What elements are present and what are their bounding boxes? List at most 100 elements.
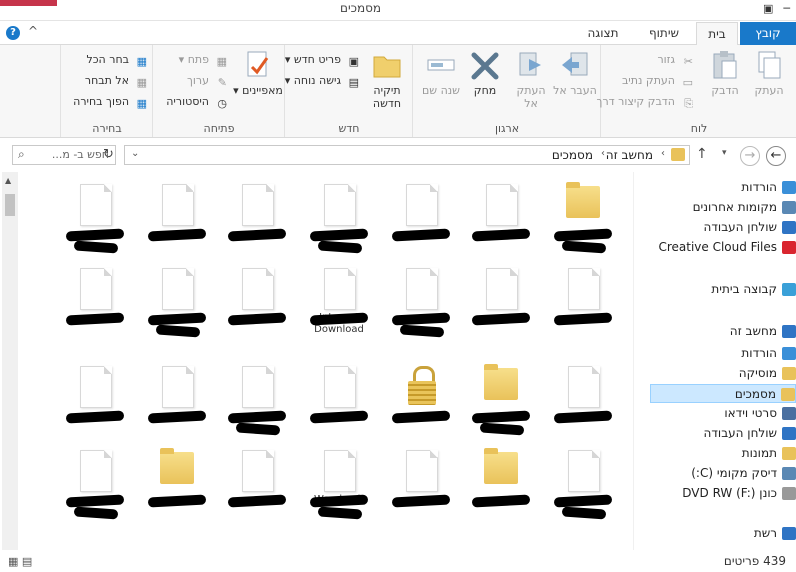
document-icon xyxy=(486,268,518,310)
nav-item[interactable]: רשת xyxy=(650,524,796,543)
window-controls: ▣ ─ xyxy=(763,2,790,15)
nav-item[interactable]: שולחן העבודה xyxy=(650,218,796,237)
scroll-up-icon[interactable]: ▲ xyxy=(5,176,11,185)
file-item[interactable]: Wondersh xyxy=(304,446,374,522)
new-folder-button[interactable]: תיקיה חדשה xyxy=(365,49,409,110)
nav-item[interactable]: הורדות xyxy=(650,178,796,197)
history-button[interactable]: ◷היסטוריה xyxy=(166,93,227,111)
file-item[interactable] xyxy=(466,446,536,522)
open-button[interactable]: ▦פתח ▾ xyxy=(179,51,227,69)
file-item[interactable] xyxy=(60,264,130,340)
copy-to-button[interactable]: העתק אל xyxy=(509,49,553,110)
file-item[interactable] xyxy=(386,180,456,256)
details-view-icon[interactable]: ▤ xyxy=(22,555,32,568)
file-item[interactable] xyxy=(222,446,292,522)
file-item[interactable] xyxy=(304,362,374,438)
file-item[interactable] xyxy=(386,264,456,340)
file-item[interactable] xyxy=(222,180,292,256)
select-all-button[interactable]: ▦בחר הכל xyxy=(86,51,147,69)
nav-item[interactable]: תמונות xyxy=(650,444,796,463)
file-item[interactable] xyxy=(142,180,212,256)
nav-item[interactable]: כונן DVD RW (F:) xyxy=(650,484,796,503)
search-input[interactable]: חפש ב- מ... ⌕ xyxy=(12,145,116,165)
nav-item[interactable]: Creative Cloud Files xyxy=(650,238,796,257)
maximize-icon[interactable]: ▣ xyxy=(763,2,773,15)
file-item[interactable] xyxy=(60,446,130,522)
nav-item[interactable]: סרטי וידאו xyxy=(650,404,796,423)
move-to-button[interactable]: העבר אל xyxy=(553,49,597,97)
breadcrumb-this-pc[interactable]: מחשב זה xyxy=(606,148,653,162)
group-open: מאפיינים ▾ ▦פתח ▾ ✎ערוך ◷היסטוריה פתיחה xyxy=(152,45,285,137)
address-input[interactable]: › מחשב זה › מסמכים ⌄ ↻ xyxy=(103,145,690,165)
nav-item[interactable]: הורדות xyxy=(650,344,796,363)
help-icon[interactable]: ? xyxy=(6,26,20,40)
cut-button[interactable]: ✂גזור xyxy=(657,51,693,69)
new-item-button[interactable]: ▣פריט חדש ▾ xyxy=(285,51,359,69)
redaction-mark xyxy=(391,312,451,326)
redaction-mark xyxy=(553,228,613,242)
file-item[interactable] xyxy=(386,362,456,438)
file-item[interactable] xyxy=(222,362,292,438)
drive-icon xyxy=(782,467,796,480)
address-dropdown-icon[interactable]: ⌄ xyxy=(131,148,139,159)
tab-share[interactable]: שיתוף xyxy=(642,22,686,44)
file-item[interactable] xyxy=(60,180,130,256)
redaction-mark xyxy=(73,240,119,254)
tab-home[interactable]: בית xyxy=(696,22,738,46)
address-bar-row: ← → ▾ ↑ › מחשב זה › מסמכים ⌄ ↻ חפש ב- מ.… xyxy=(0,138,796,172)
breadcrumb-documents[interactable]: מסמכים xyxy=(552,148,593,162)
file-item[interactable] xyxy=(466,180,536,256)
edit-button[interactable]: ✎ערוך xyxy=(187,72,227,90)
file-item[interactable] xyxy=(304,180,374,256)
nav-item-label: מחשב זה xyxy=(729,324,777,338)
file-item[interactable] xyxy=(386,446,456,522)
file-item[interactable] xyxy=(222,264,292,340)
file-item[interactable] xyxy=(548,264,618,340)
nav-item[interactable]: דיסק מקומי (C:) xyxy=(650,464,796,483)
file-item[interactable] xyxy=(548,180,618,256)
content-scrollbar[interactable]: ▲ xyxy=(2,172,18,550)
nav-item[interactable]: קבוצה ביתית xyxy=(650,280,796,299)
select-all-icon: ▦ xyxy=(136,55,147,68)
file-item[interactable] xyxy=(548,446,618,522)
rename-button[interactable]: שנה שם xyxy=(419,49,463,97)
paste-button[interactable]: הדבק xyxy=(703,49,747,97)
file-item[interactable]: Internet Download xyxy=(304,264,374,340)
nav-item[interactable]: מוסיקה xyxy=(650,364,796,383)
recent-locations-icon[interactable]: ▾ xyxy=(722,148,727,158)
copy-button[interactable]: העתק xyxy=(747,49,791,97)
redaction-mark xyxy=(227,228,287,242)
back-button[interactable]: ← xyxy=(766,146,786,166)
select-none-button[interactable]: ▦אל תבחר xyxy=(85,72,147,90)
file-item[interactable] xyxy=(142,362,212,438)
nav-item[interactable]: שולחן העבודה xyxy=(650,424,796,443)
document-icon xyxy=(324,450,356,492)
file-item[interactable] xyxy=(466,264,536,340)
delete-button[interactable]: מחק xyxy=(463,49,507,97)
copy-path-button[interactable]: ▭העתק נתיב xyxy=(622,72,693,90)
properties-button[interactable]: מאפיינים ▾ xyxy=(233,49,283,97)
nav-item[interactable]: מסמכים xyxy=(650,384,796,403)
file-item[interactable] xyxy=(60,362,130,438)
minimize-icon[interactable]: ─ xyxy=(783,2,790,15)
forward-button[interactable]: → xyxy=(740,146,760,166)
paste-shortcut-button[interactable]: ⎘הדבק קיצור דרך xyxy=(597,93,693,111)
document-icon xyxy=(324,268,356,310)
redaction-mark xyxy=(553,410,613,424)
tab-view[interactable]: תצוגה xyxy=(578,22,628,44)
file-item[interactable] xyxy=(142,446,212,522)
nav-item[interactable]: מחשב זה xyxy=(650,322,796,341)
large-icons-view-icon[interactable]: ▦ xyxy=(8,555,18,568)
search-icon[interactable]: ⌕ xyxy=(18,147,25,162)
new-folder-icon xyxy=(371,49,403,81)
scroll-thumb[interactable] xyxy=(5,194,15,216)
up-icon[interactable]: ↑ xyxy=(696,146,708,162)
file-item[interactable] xyxy=(142,264,212,340)
easy-access-button[interactable]: ▤גישה נוחה ▾ xyxy=(285,72,359,90)
collapse-ribbon-icon[interactable]: ^ xyxy=(28,24,38,38)
nav-item[interactable]: מקומות אחרונים xyxy=(650,198,796,217)
invert-selection-button[interactable]: ▦הפוך בחירה xyxy=(73,93,147,111)
file-item[interactable] xyxy=(548,362,618,438)
document-icon xyxy=(406,450,438,492)
file-item[interactable] xyxy=(466,362,536,438)
